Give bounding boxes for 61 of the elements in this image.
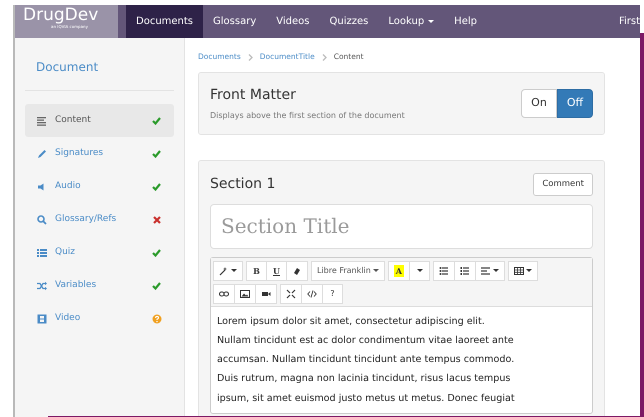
image-icon <box>240 288 250 299</box>
toolbar-button[interactable] <box>508 260 538 281</box>
eraser-icon <box>292 266 302 276</box>
film-icon <box>37 314 47 324</box>
code-icon <box>307 288 317 299</box>
editor-text: Lorem ipsum dolor sit amet, consectetur adipiscing elit. Nullam tincidunt est ac dolor condimentum vitae laoreet ante accumsan. Nullam tincidunt tincidunt ante tempus commodo. Duis rutrum, magna non lacinia tincidunt, risus lacus tempus ipsum, sit amet euismod justo metus ut metus. Donec feugiat <box>216 314 516 406</box>
nav-tab[interactable]: Glossary <box>203 5 266 38</box>
nav-tab[interactable]: Lookup <box>378 5 444 38</box>
search-icon <box>37 214 47 224</box>
brand-name: DrugDev <box>23 7 100 24</box>
bullet-list-icon <box>438 266 449 276</box>
check-icon <box>152 116 162 126</box>
toggle-option[interactable]: Off <box>557 89 593 118</box>
check-icon <box>152 148 162 158</box>
sidebar-item[interactable]: Quiz <box>25 236 174 269</box>
toolbar-button[interactable]: ? <box>322 284 343 304</box>
panel-description: Displays above the first section of the document <box>210 110 406 122</box>
check-icon <box>152 280 162 290</box>
lines-icon <box>37 116 47 126</box>
question-icon <box>152 314 162 324</box>
cross-icon <box>152 214 162 224</box>
toolbar-button[interactable] <box>234 284 256 304</box>
user-menu[interactable]: First <box>608 5 640 38</box>
pencil-icon <box>37 148 47 158</box>
toggle-option[interactable]: On <box>521 89 557 118</box>
toolbar-button[interactable] <box>474 260 505 281</box>
toolbar-button[interactable]: U <box>266 260 287 281</box>
section-heading: Section 1 <box>210 174 276 194</box>
link-icon <box>219 288 229 299</box>
toolbar-button[interactable] <box>432 260 455 281</box>
align-icon <box>480 266 491 276</box>
nav-tab[interactable]: Documents <box>126 5 204 38</box>
check-icon <box>152 182 162 192</box>
chevron-icon <box>322 54 327 60</box>
chevron-icon <box>248 54 253 60</box>
list-icon <box>37 248 47 258</box>
toolbar-button[interactable] <box>286 260 308 281</box>
title-field[interactable]: Section Title <box>210 204 593 249</box>
toolbar-button[interactable]: A <box>388 260 410 281</box>
panel-title: Front Matter <box>210 86 297 105</box>
fullscreen-icon <box>286 288 296 299</box>
sidebar-title: Document <box>35 59 100 76</box>
toolbar-button[interactable] <box>213 284 235 304</box>
toolbar-button[interactable] <box>301 284 323 304</box>
toolbar-button[interactable]: Libre Franklin <box>311 260 385 281</box>
sidebar-item[interactable]: Content <box>25 104 174 137</box>
toolbar-button[interactable] <box>213 260 243 281</box>
nav-tab[interactable]: Quizzes <box>320 5 378 38</box>
check-icon <box>152 248 162 258</box>
toolbar-button[interactable] <box>255 284 277 304</box>
shuffle-icon <box>37 280 47 290</box>
toolbar-button[interactable]: B <box>246 260 267 281</box>
toolbar-button[interactable] <box>280 284 302 304</box>
nav-tab[interactable]: Videos <box>266 5 320 38</box>
toolbar-button[interactable] <box>454 260 476 281</box>
table-icon <box>514 266 524 276</box>
numbered-list-icon <box>460 266 470 276</box>
comment-button[interactable]: Comment <box>533 173 593 196</box>
nav-tab[interactable]: Help <box>444 5 487 38</box>
magic-wand-icon <box>219 266 229 276</box>
caret-icon <box>417 269 424 272</box>
